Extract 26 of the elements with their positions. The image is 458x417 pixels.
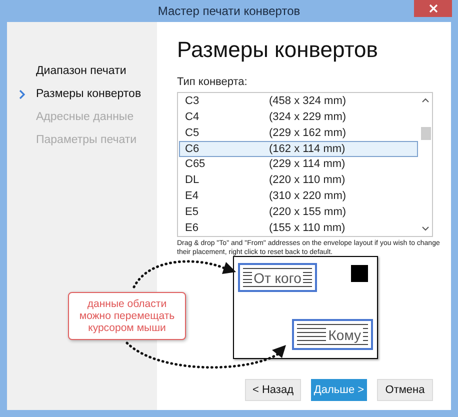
from-address-area[interactable]: От кого xyxy=(238,263,317,292)
wizard-button[interactable]: Отмена xyxy=(377,379,433,401)
close-button[interactable] xyxy=(414,0,452,17)
list-item[interactable]: E5 (220 x 155 mm) xyxy=(179,204,418,220)
envelope-list[interactable]: C3 (458 x 324 mm) C4 (324 x 229 mm) C5 (229 x 162 mm) C6 (162 x 114 mm) C65 (229 x 114 mm) DL (220 x 110 mm) E4 (310 x 220 mm) E5 (220 x 155 mm) E6 (155 x 110 mm) xyxy=(177,92,433,236)
scroll-thumb[interactable] xyxy=(420,126,430,140)
close-icon xyxy=(428,4,438,13)
window-title: Мастер печати конвертов xyxy=(158,3,300,20)
list-item[interactable]: C6 (162 x 114 mm) xyxy=(179,140,418,157)
list-item[interactable]: C5 (229 x 162 mm) xyxy=(179,125,418,141)
list-item[interactable]: C3 (458 x 324 mm) xyxy=(179,94,418,110)
list-item[interactable]: E6 (155 x 110 mm) xyxy=(179,220,418,236)
stamp-icon xyxy=(351,265,368,282)
sidebar-item[interactable]: Размеры конвертов xyxy=(36,86,142,104)
list-item[interactable]: DL (220 x 110 mm) xyxy=(179,172,418,188)
list-item[interactable]: E4 (310 x 220 mm) xyxy=(179,188,418,204)
callout: данные области можно перемещать курсором мыши xyxy=(68,292,186,340)
scroll-down-icon xyxy=(422,226,429,230)
field-label: Тип конверта: xyxy=(177,75,248,90)
page-heading: Размеры конвертов xyxy=(177,36,379,64)
to-address-area[interactable]: Кому xyxy=(292,319,373,350)
sidebar-item[interactable]: Диапазон печати xyxy=(36,62,126,80)
scroll-up-icon xyxy=(422,98,429,102)
wizard-button[interactable]: < Назад xyxy=(245,379,301,401)
list-item[interactable]: C4 (324 x 229 mm) xyxy=(179,109,418,126)
list-item[interactable]: C65 (229 x 114 mm) xyxy=(179,156,418,172)
